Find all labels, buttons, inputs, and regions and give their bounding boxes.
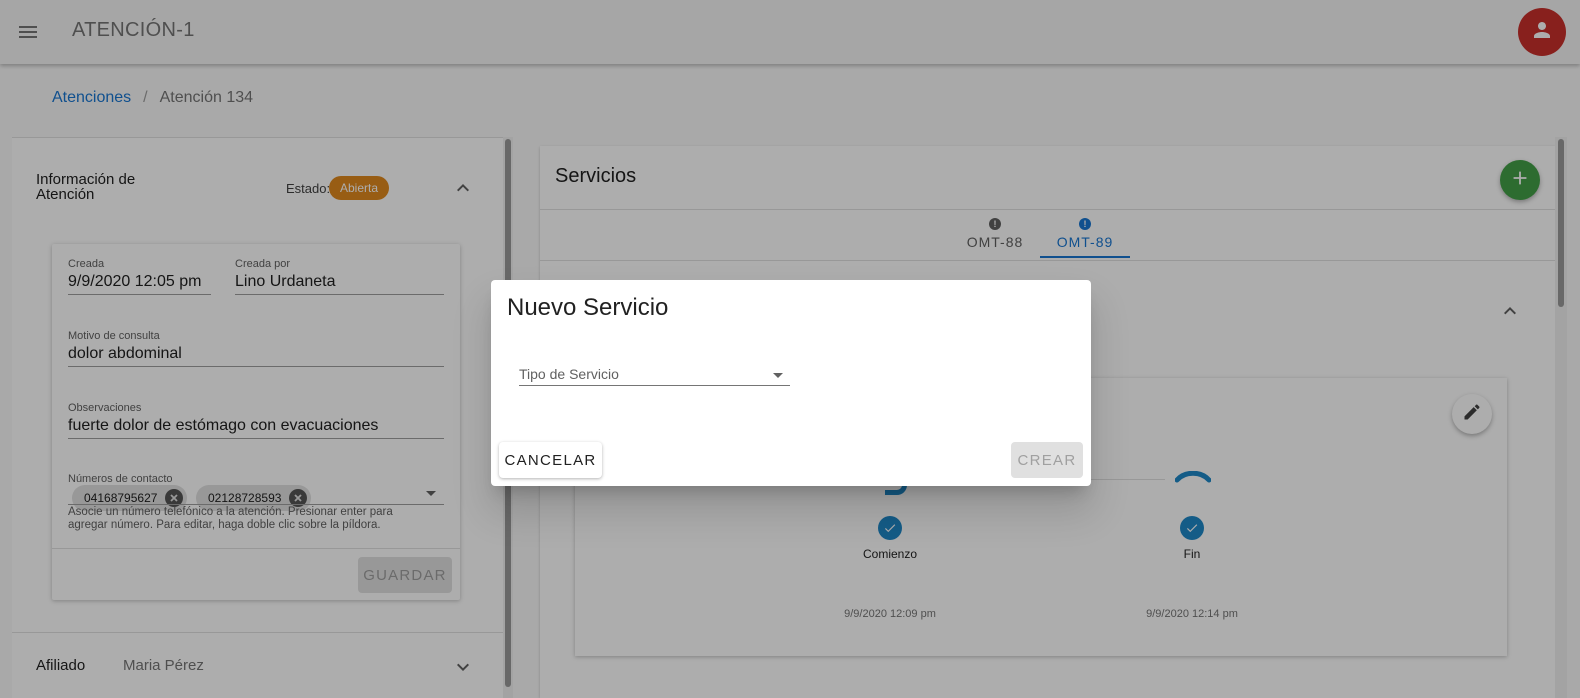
select-underline [519, 385, 790, 386]
tipo-servicio-select[interactable]: Tipo de Servicio [519, 366, 619, 382]
create-button[interactable]: CREAR [1011, 442, 1083, 478]
dialog-title: Nuevo Servicio [507, 294, 669, 321]
nuevo-servicio-dialog: Nuevo Servicio Tipo de Servicio CANCELAR… [491, 280, 1091, 486]
cancel-button[interactable]: CANCELAR [499, 442, 602, 478]
dropdown-arrow-icon[interactable] [773, 373, 783, 378]
